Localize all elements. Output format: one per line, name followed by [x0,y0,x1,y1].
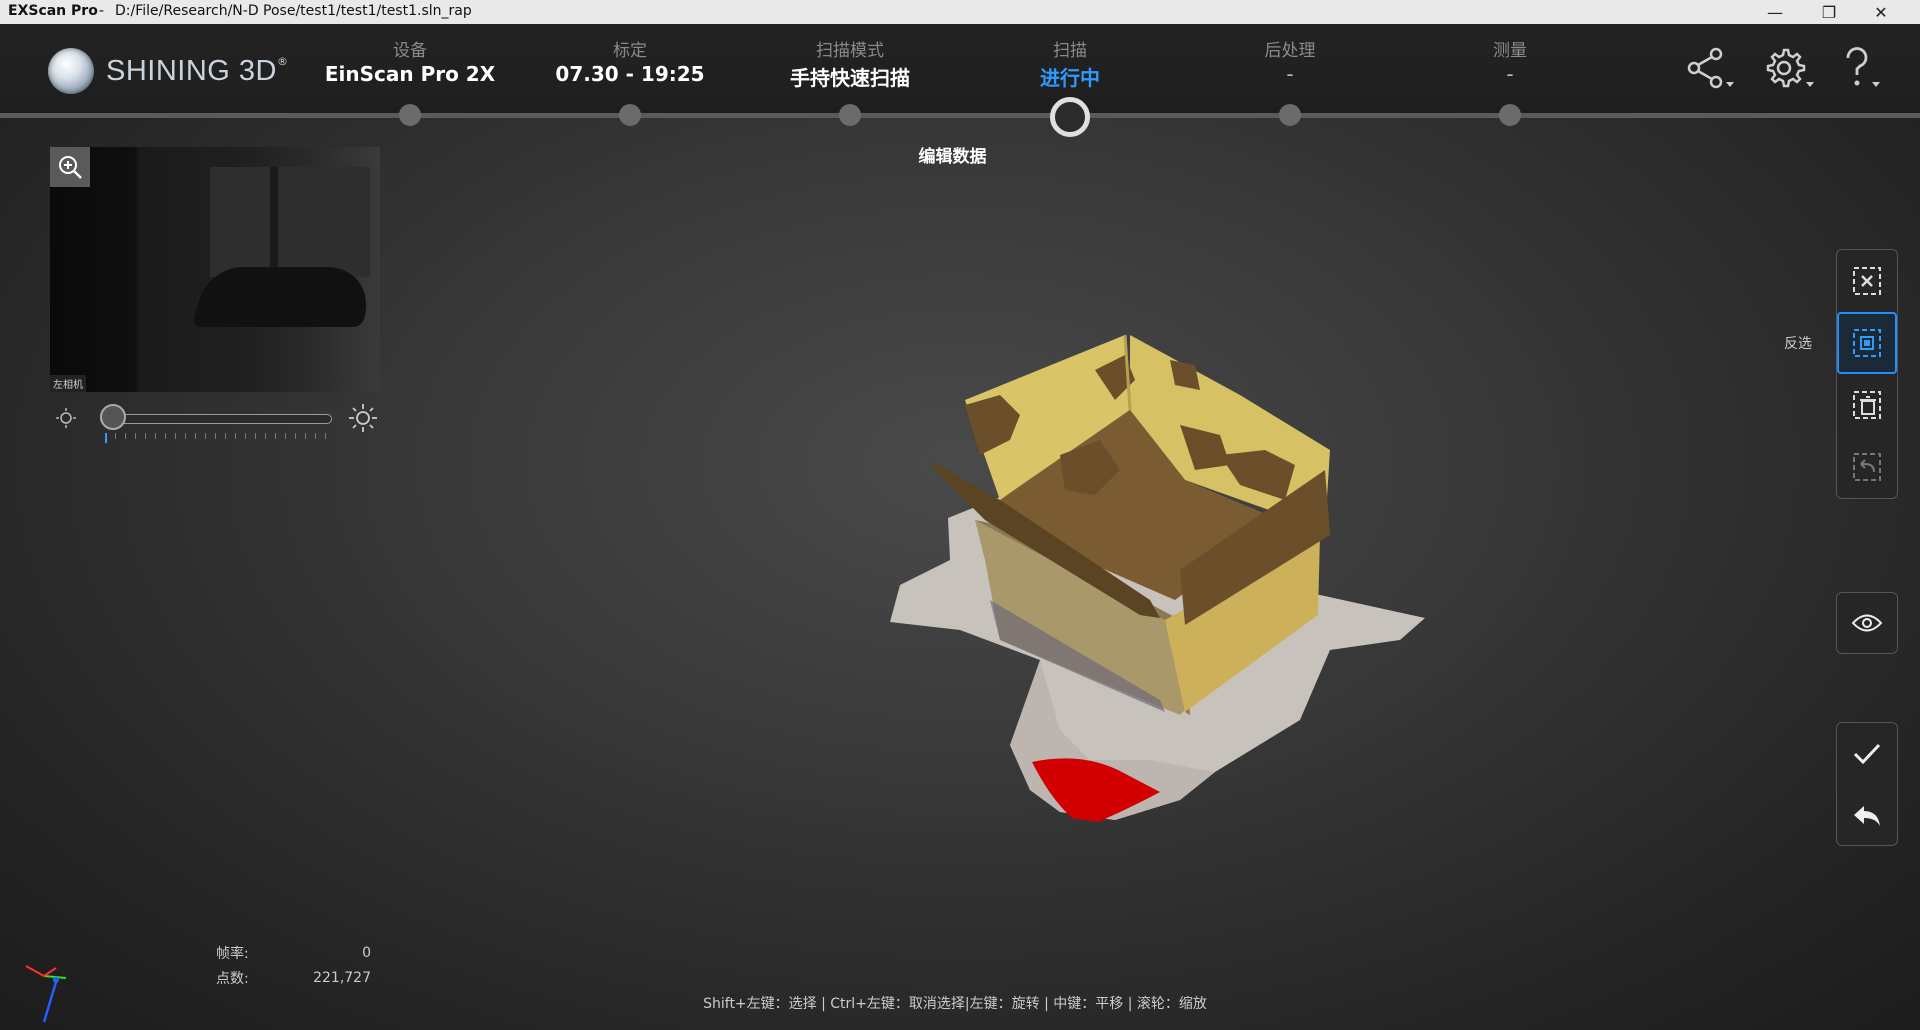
point-count-row: 点数: 221,727 [216,965,371,990]
selection-toolbar [1836,249,1898,499]
invert-selection-button[interactable] [1837,312,1897,374]
point-count-label: 点数: [216,970,249,987]
undo-selection-icon [1853,453,1881,481]
frame-rate-label: 帧率: [216,945,249,962]
scan-stats: 帧率: 0 点数: 221,727 [216,940,371,990]
visibility-button[interactable] [1837,593,1897,653]
frame-rate-row: 帧率: 0 [216,940,371,965]
clear-selection-icon [1853,267,1881,295]
confirm-button[interactable] [1837,723,1897,785]
delete-selection-button[interactable] [1837,374,1897,436]
back-icon [1854,806,1880,826]
invert-selection-tooltip: 反选 [1784,336,1812,352]
eye-icon [1851,614,1883,632]
frame-rate-value: 0 [362,944,371,961]
point-count-value: 221,727 [313,969,371,986]
invert-selection-icon [1853,329,1881,357]
confirm-toolbar [1836,722,1898,846]
check-icon [1853,743,1881,765]
view-toolbar [1836,592,1898,654]
clear-selection-button[interactable] [1837,250,1897,312]
scan-model[interactable] [0,0,1920,1030]
mouse-hint: Shift+左键：选择 | Ctrl+左键：取消选择|左键：旋转 | 中键：平移… [703,996,1207,1012]
delete-selection-icon [1853,391,1881,419]
undo-selection-button[interactable] [1837,436,1897,498]
back-button[interactable] [1837,785,1897,847]
